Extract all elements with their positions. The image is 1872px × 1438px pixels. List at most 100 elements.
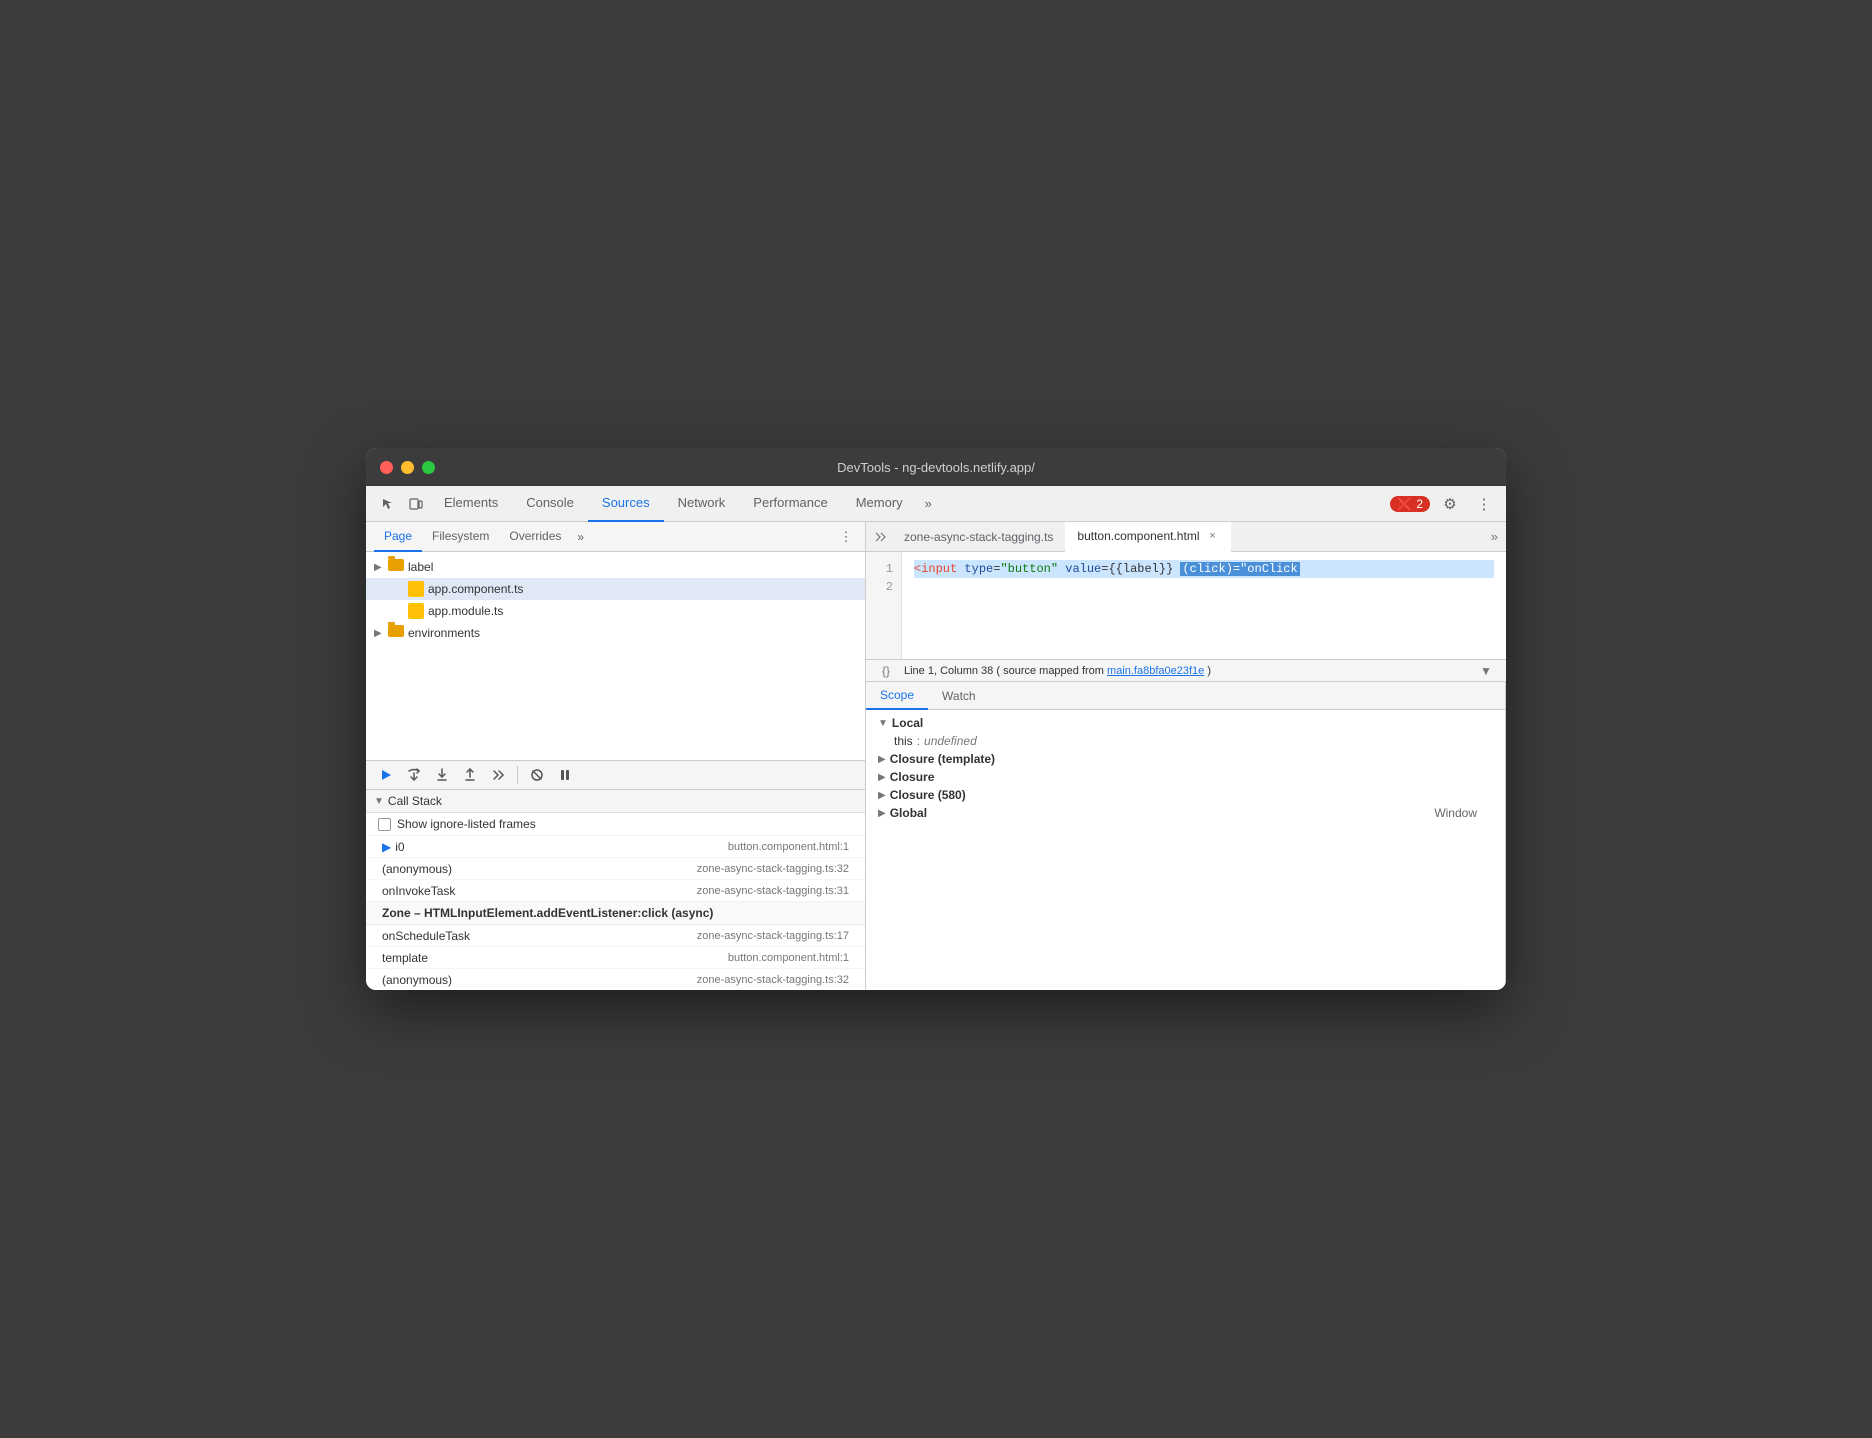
right-panel: zone-async-stack-tagging.ts button.compo…: [866, 522, 1506, 990]
show-ignored-checkbox[interactable]: [378, 818, 391, 831]
tree-item-label-folder[interactable]: ▶ label: [366, 556, 865, 578]
tab-performance[interactable]: Performance: [739, 486, 841, 522]
code-line-1: <input type = "button" value ={{label}} …: [914, 560, 1494, 578]
code-area: 1 2 <input type = "button": [866, 552, 1506, 659]
status-right: ▼: [1476, 661, 1496, 681]
code-tab-zone-label: zone-async-stack-tagging.ts: [904, 530, 1053, 544]
code-tabs: zone-async-stack-tagging.ts button.compo…: [866, 522, 1506, 552]
stack-file-schedule1: zone-async-stack-tagging.ts:17: [697, 930, 849, 942]
scope-local-header[interactable]: ▼ Local: [866, 714, 1505, 732]
pause-exceptions-button[interactable]: [553, 763, 577, 787]
source-map-link[interactable]: main.fa8bfa0e23f1e: [1107, 665, 1204, 677]
cursor-icon[interactable]: [374, 490, 402, 518]
code-val-button: "button": [1000, 562, 1058, 576]
error-badge[interactable]: ❌ 2: [1390, 496, 1430, 512]
step-over-button[interactable]: [402, 763, 426, 787]
file-icon-app-component: [408, 581, 424, 597]
sub-tab-filesystem[interactable]: Filesystem: [422, 522, 499, 552]
call-stack-header[interactable]: ▼ Call Stack: [366, 790, 865, 813]
minimize-button[interactable]: [401, 461, 414, 474]
stack-row-i0[interactable]: ▶ i0 button.component.html:1: [366, 836, 865, 858]
code-scope-layout: 1 2 <input type = "button": [866, 552, 1506, 990]
line-numbers: 1 2: [866, 552, 902, 659]
close-tab-button[interactable]: ×: [1205, 529, 1219, 543]
scope-closure-header[interactable]: ▶ Closure: [866, 768, 1505, 786]
tree-item-app-component[interactable]: app.component.ts: [366, 578, 865, 600]
close-button[interactable]: [380, 461, 393, 474]
code-tab-button-component[interactable]: button.component.html ×: [1065, 522, 1231, 552]
deactivate-breakpoints-button[interactable]: [525, 763, 549, 787]
tree-item-environments-folder[interactable]: ▶ environments: [366, 622, 865, 644]
code-content[interactable]: <input type = "button" value ={{label}} …: [902, 552, 1506, 659]
show-ignored-label: Show ignore-listed frames: [397, 817, 536, 831]
tab-elements[interactable]: Elements: [430, 486, 512, 522]
stack-row-template[interactable]: template button.component.html:1: [366, 947, 865, 969]
collapse-navigator-button[interactable]: [870, 526, 892, 548]
devtools-body: Elements Console Sources Network Perform…: [366, 486, 1506, 990]
scope-watch-area: Scope Watch ▼ Local: [866, 682, 1506, 990]
scope-global-header[interactable]: ▶ Global Window: [866, 804, 1505, 822]
scope-watch-panel: Scope Watch ▼ Local: [866, 682, 1506, 990]
scope-closure-580-label: Closure (580): [890, 788, 966, 802]
scope-watch-tabs: Scope Watch: [866, 682, 1505, 710]
watch-tab[interactable]: Watch: [928, 682, 990, 710]
status-dropdown-button[interactable]: ▼: [1476, 661, 1496, 681]
sub-tab-more[interactable]: »: [571, 530, 590, 544]
scope-closure-template-header[interactable]: ▶ Closure (template): [866, 750, 1505, 768]
scope-this-row[interactable]: this : undefined: [866, 732, 1505, 750]
scope-this-key: this: [894, 734, 913, 748]
stack-row-anon1[interactable]: (anonymous) zone-async-stack-tagging.ts:…: [366, 858, 865, 880]
scope-closure-580-arrow: ▶: [878, 790, 886, 801]
resume-button[interactable]: [374, 763, 398, 787]
step-out-button[interactable]: [458, 763, 482, 787]
scope-closure-arrow: ▶: [878, 772, 886, 783]
more-tabs-button[interactable]: »: [917, 496, 940, 511]
scope-closure-580-header[interactable]: ▶ Closure (580): [866, 786, 1505, 804]
call-stack-panel: ▼ Call Stack Show ignore-listed frames ▶…: [366, 790, 865, 990]
sub-tab-page[interactable]: Page: [374, 522, 422, 552]
code-line-2: [914, 578, 1494, 596]
scope-global-arrow: ▶: [878, 808, 886, 819]
scope-tab[interactable]: Scope: [866, 682, 928, 710]
stack-row-invoke1[interactable]: onInvokeTask zone-async-stack-tagging.ts…: [366, 880, 865, 902]
show-ignored-row: Show ignore-listed frames: [366, 813, 865, 836]
more-options-button[interactable]: ⋮: [1470, 490, 1498, 518]
device-icon[interactable]: [402, 490, 430, 518]
status-bar: {} Line 1, Column 38 ( source mapped fro…: [866, 659, 1506, 681]
stack-file-i0: button.component.html:1: [728, 841, 849, 853]
tab-memory[interactable]: Memory: [842, 486, 917, 522]
tree-label-label: label: [408, 560, 433, 574]
scope-local-arrow: ▼: [878, 718, 888, 729]
tree-arrow-environments: ▶: [374, 628, 388, 639]
scope-global-label: Global: [890, 806, 927, 820]
zone-header-click: Zone – HTMLInputElement.addEventListener…: [366, 902, 865, 925]
tree-item-app-module[interactable]: app.module.ts: [366, 600, 865, 622]
tab-network[interactable]: Network: [664, 486, 740, 522]
step-into-button[interactable]: [430, 763, 454, 787]
maximize-button[interactable]: [422, 461, 435, 474]
nav-tabs: Elements Console Sources Network Perform…: [366, 486, 1506, 522]
error-count: 2: [1416, 497, 1423, 511]
tree-label-app-module: app.module.ts: [428, 604, 503, 618]
file-icon-app-module: [408, 603, 424, 619]
debug-toolbar: [366, 760, 865, 790]
stack-row-schedule1[interactable]: onScheduleTask zone-async-stack-tagging.…: [366, 925, 865, 947]
folder-icon-label: [388, 559, 404, 575]
tab-sources[interactable]: Sources: [588, 486, 664, 522]
stack-row-anon2[interactable]: (anonymous) zone-async-stack-tagging.ts:…: [366, 969, 865, 990]
format-source-button[interactable]: {}: [876, 661, 896, 681]
scope-local-label: Local: [892, 716, 923, 730]
sub-tab-menu-button[interactable]: ⋮: [835, 526, 857, 548]
scope-content: ▼ Local this : undefined: [866, 710, 1505, 990]
code-tab-zone-async[interactable]: zone-async-stack-tagging.ts: [892, 522, 1065, 552]
line-number-1: 1: [878, 560, 893, 578]
scope-closure-label: Closure: [890, 770, 935, 784]
code-tab-more-button[interactable]: »: [1483, 529, 1506, 544]
sub-tab-overrides[interactable]: Overrides: [499, 522, 571, 552]
settings-button[interactable]: ⚙: [1436, 490, 1464, 518]
stack-name-anon2: (anonymous): [382, 973, 697, 987]
tab-console[interactable]: Console: [512, 486, 588, 522]
step-button[interactable]: [486, 763, 510, 787]
tree-label-environments: environments: [408, 626, 480, 640]
traffic-lights: [380, 461, 435, 474]
